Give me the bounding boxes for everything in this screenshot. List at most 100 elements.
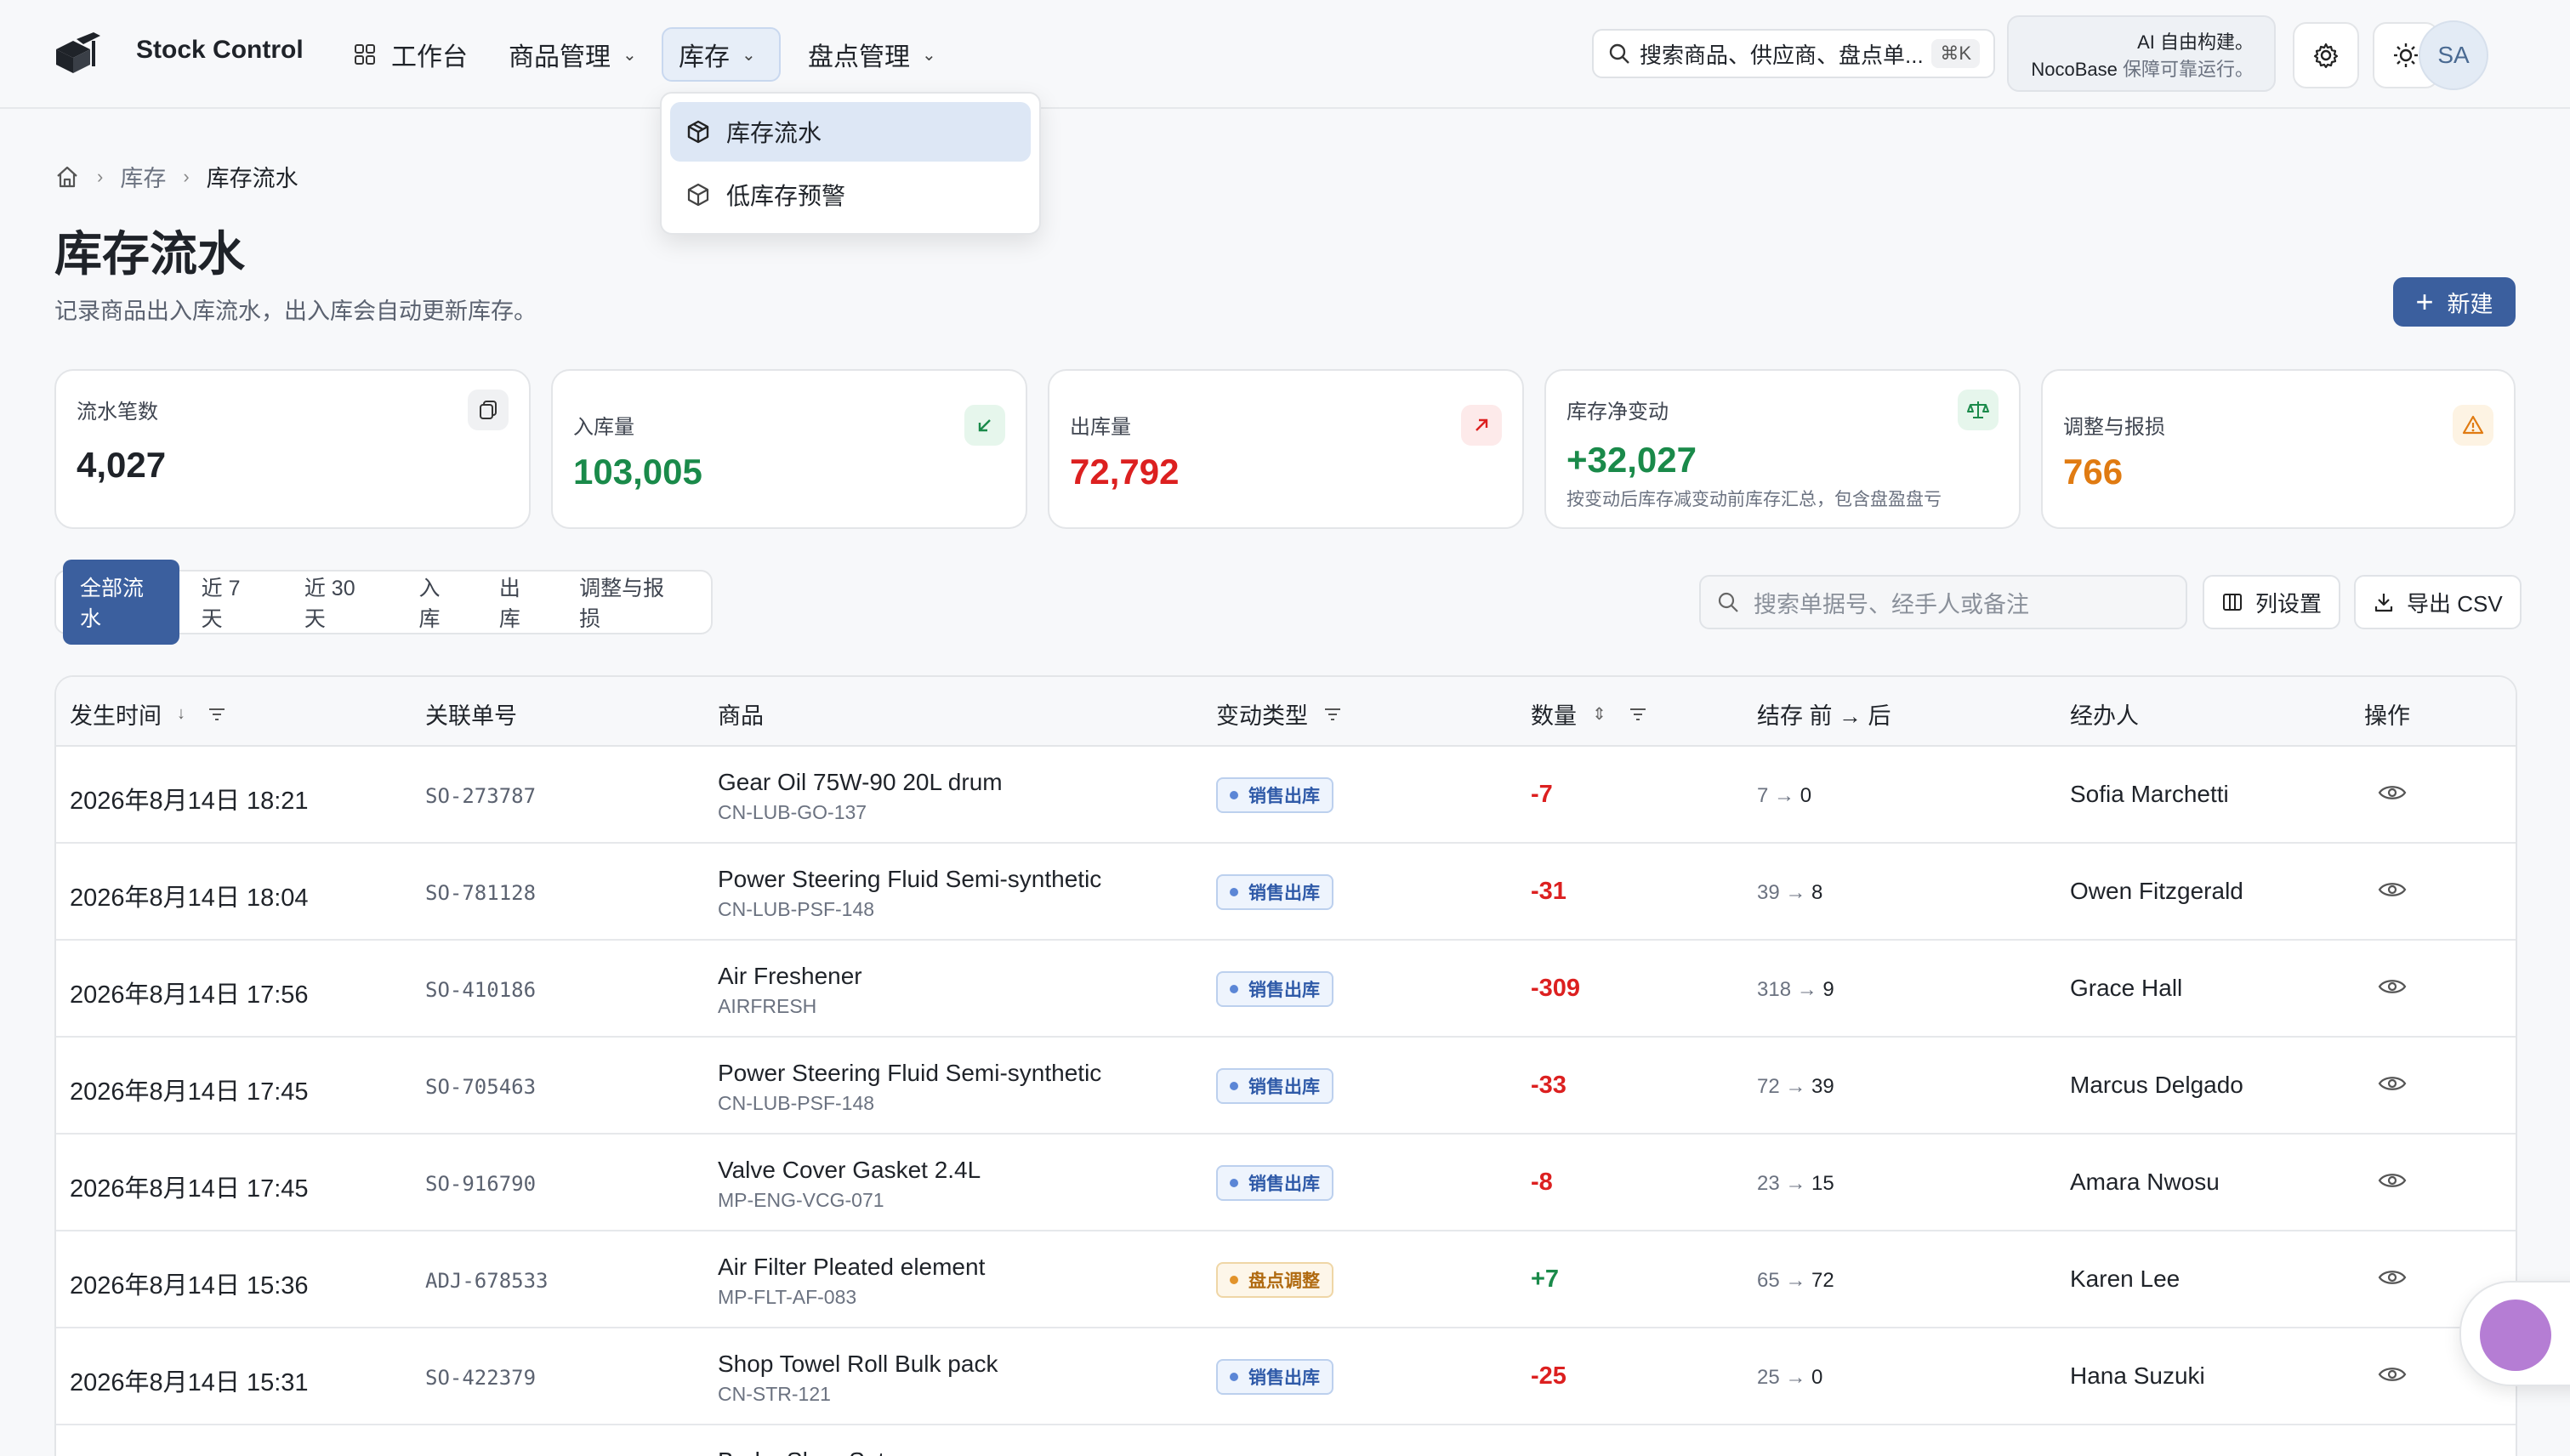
help-assistant-button[interactable]: [2459, 1281, 2570, 1386]
status-dot-icon: [1230, 1179, 1238, 1187]
balance-after: 0: [1811, 1366, 1823, 1389]
cell-time: 2026年8月14日 18:21: [70, 788, 309, 815]
copy-icon: [468, 390, 509, 430]
view-button[interactable]: [2378, 976, 2407, 1001]
table-row[interactable]: 2026年8月14日 17:56 SO-410186 Air Freshener AI…: [56, 941, 2516, 1038]
cell-product-name[interactable]: Shop Towel Roll Bulk pack: [718, 1351, 998, 1378]
filter-icon[interactable]: [208, 707, 226, 722]
cell-ref[interactable]: SO-781128: [425, 881, 536, 905]
breadcrumb-parent[interactable]: 库存: [120, 160, 166, 193]
table-row[interactable]: 2026年8月14日 17:45 SO-916790 Valve Cover Gas…: [56, 1135, 2516, 1231]
column-header-type[interactable]: 变动类型: [1216, 697, 1342, 731]
cell-ref[interactable]: SO-422379: [425, 1366, 536, 1390]
breadcrumb-current: 库存流水: [206, 166, 299, 191]
view-button[interactable]: [2378, 1170, 2407, 1195]
filter-chip-7d[interactable]: 近 7 天: [185, 560, 282, 645]
cell-ref[interactable]: SO-410186: [425, 978, 536, 1002]
type-badge: 销售出库: [1216, 971, 1333, 1007]
view-button[interactable]: [2378, 1073, 2407, 1098]
table-row[interactable]: 2026年8月14日 15:36 ADJ-678533 Air Filter Ple…: [56, 1231, 2516, 1328]
cell-ref[interactable]: ADJ-678533: [425, 1269, 549, 1293]
sort-icon[interactable]: ⇕: [1592, 703, 1606, 725]
settings-button[interactable]: [2293, 22, 2359, 88]
table-search-input[interactable]: 搜索单据号、经手人或备注: [1699, 575, 2187, 629]
table-row[interactable]: 2026年8月14日 17:45 SO-705463 Power Steering …: [56, 1038, 2516, 1135]
balance-before: 39: [1757, 881, 1780, 904]
cell-product-name[interactable]: Brake Shoe Set: [718, 1447, 884, 1456]
table-row[interactable]: Brake Shoe Set: [56, 1425, 2516, 1456]
eye-icon: [2378, 1271, 2407, 1284]
cell-user: Karen Lee: [2070, 1265, 2181, 1292]
nav-products[interactable]: 商品管理 ⌄: [493, 27, 652, 82]
cell-product-name[interactable]: Power Steering Fluid Semi-synthetic: [718, 1060, 1101, 1087]
cell-balance: 39 → 8: [1757, 881, 1823, 904]
grid-icon: [355, 44, 375, 65]
app-brand[interactable]: Stock Control: [136, 36, 304, 65]
eye-icon: [2378, 980, 2407, 993]
cell-product-name[interactable]: Air Filter Pleated element: [718, 1254, 985, 1281]
export-button-label: 导出 CSV: [2407, 590, 2503, 617]
table-row[interactable]: 2026年8月14日 18:04 SO-781128 Power Steering …: [56, 844, 2516, 941]
view-button[interactable]: [2378, 879, 2407, 904]
chevron-right-icon: ›: [183, 165, 190, 187]
cell-product-name[interactable]: Gear Oil 75W-90 20L drum: [718, 769, 1003, 796]
cell-product-name[interactable]: Air Freshener: [718, 963, 862, 990]
stat-label: 出库量: [1070, 416, 1131, 439]
new-button[interactable]: + 新建: [2393, 277, 2516, 327]
view-button[interactable]: [2378, 782, 2407, 807]
view-button[interactable]: [2378, 1267, 2407, 1292]
type-badge-label: 销售出库: [1248, 1078, 1320, 1097]
stat-card-outbound: 出库量 72,792: [1048, 369, 1524, 529]
type-badge: 销售出库: [1216, 1068, 1333, 1104]
stat-card-adjustments: 调整与报损 766: [2041, 369, 2516, 529]
filter-icon[interactable]: [1323, 707, 1342, 722]
arrow-down-left-icon: [964, 405, 1005, 446]
cell-product-sku: CN-LUB-GO-137: [718, 801, 867, 823]
logo-icon[interactable]: [53, 32, 102, 77]
eye-icon: [2378, 1368, 2407, 1381]
type-badge-label: 盘点调整: [1248, 1271, 1320, 1291]
cell-ref[interactable]: SO-916790: [425, 1172, 536, 1196]
column-header-user: 经办人: [2070, 697, 2139, 731]
table-row[interactable]: 2026年8月14日 15:31 SO-422379 Shop Towel Roll…: [56, 1328, 2516, 1425]
ai-promo-line1: AI 自由构建。: [2137, 31, 2254, 53]
cell-product-name[interactable]: Power Steering Fluid Semi-synthetic: [718, 866, 1101, 893]
filter-chip-outbound[interactable]: 出库: [482, 560, 557, 645]
stat-label: 入库量: [573, 416, 634, 439]
eye-icon: [2378, 786, 2407, 799]
nav-stocktake-label: 盘点管理: [808, 43, 910, 71]
balance-before: 65: [1757, 1269, 1780, 1292]
status-dot-icon: [1230, 1082, 1238, 1090]
view-button[interactable]: [2378, 1364, 2407, 1389]
filter-chip-all[interactable]: 全部流水: [63, 560, 179, 645]
avatar[interactable]: SA: [2419, 20, 2488, 90]
filter-icon[interactable]: [1629, 707, 1647, 722]
cell-product-name[interactable]: Valve Cover Gasket 2.4L: [718, 1157, 981, 1184]
menu-item-stock-ledger[interactable]: 库存流水: [670, 102, 1031, 162]
nav-inventory[interactable]: 库存 ⌄: [662, 27, 781, 82]
menu-item-low-stock[interactable]: 低库存预警: [670, 165, 1031, 225]
nav-stocktake[interactable]: 盘点管理 ⌄: [793, 27, 952, 82]
filter-chip-30d[interactable]: 近 30 天: [287, 560, 397, 645]
global-search-input[interactable]: 搜索商品、供应商、盘点单... ⌘K: [1592, 29, 1995, 78]
export-csv-button[interactable]: 导出 CSV: [2354, 575, 2522, 629]
eye-icon: [2378, 883, 2407, 896]
columns-button[interactable]: 列设置: [2203, 575, 2341, 629]
eye-icon: [2378, 1174, 2407, 1187]
stat-card-inbound: 入库量 103,005: [551, 369, 1027, 529]
columns-button-label: 列设置: [2255, 590, 2323, 617]
filter-chip-adjustments[interactable]: 调整与报损: [562, 560, 699, 645]
table-row[interactable]: 2026年8月14日 18:21 SO-273787 Gear Oil 75W-90…: [56, 747, 2516, 844]
cell-ref[interactable]: SO-273787: [425, 784, 536, 808]
home-icon[interactable]: [54, 164, 80, 190]
filter-chip-inbound[interactable]: 入库: [401, 560, 476, 645]
cell-ref[interactable]: SO-705463: [425, 1075, 536, 1099]
column-header-time[interactable]: 发生时间 ↓: [70, 697, 226, 731]
box-outline-icon: [687, 183, 709, 207]
ai-promo[interactable]: AI 自由构建。 NocoBase 保障可靠运行。: [2007, 15, 2276, 92]
column-header-qty[interactable]: 数量 ⇕: [1531, 697, 1647, 731]
nav-workbench[interactable]: 工作台: [338, 27, 483, 82]
arrow-down-icon[interactable]: ↓: [177, 704, 185, 724]
type-badge-label: 销售出库: [1248, 884, 1320, 903]
cell-user: Sofia Marchetti: [2070, 781, 2229, 807]
